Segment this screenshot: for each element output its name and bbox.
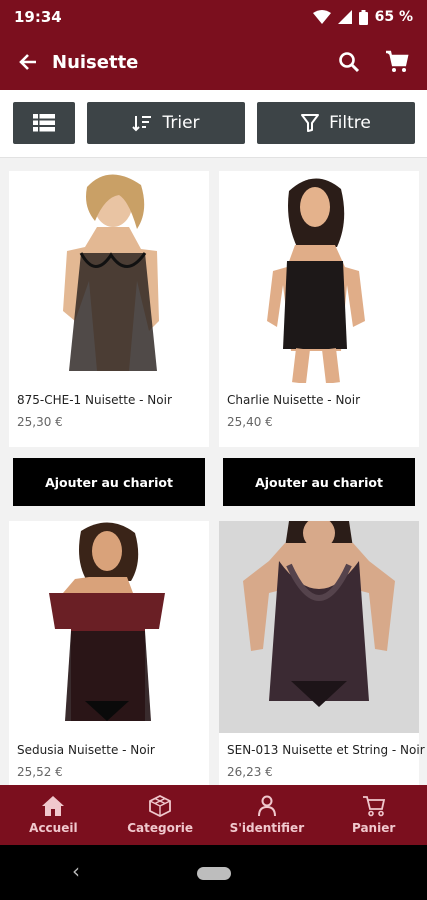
product-price: 26,23 € — [227, 765, 273, 779]
nav-cart-label: Panier — [351, 821, 396, 835]
cube-icon — [149, 795, 172, 817]
system-home-pill[interactable] — [197, 867, 231, 880]
product-name[interactable]: SEN-013 Nuisette et String - Noir — [227, 743, 425, 757]
system-back-icon[interactable]: ‹ — [72, 859, 80, 883]
product-grid: 875-CHE-1 Nuisette - Noir 25,30 € Ajoute… — [0, 158, 427, 785]
product-image[interactable] — [9, 521, 209, 733]
filter-button[interactable]: Filtre — [257, 102, 415, 144]
bottom-navigation: Accueil Categorie S'identifier Panier — [0, 785, 427, 845]
product-card[interactable]: SEN-013 Nuisette et String - Noir 26,23 … — [219, 521, 425, 785]
product-image[interactable] — [219, 171, 419, 383]
arrow-left-icon — [19, 54, 36, 70]
sort-label: Trier — [162, 113, 200, 133]
product-card[interactable]: Sedusia Nuisette - Noir 25,52 € — [9, 521, 209, 785]
page-title: Nuisette — [52, 51, 139, 73]
wifi-icon — [312, 10, 331, 24]
product-name[interactable]: 875-CHE-1 Nuisette - Noir — [17, 393, 172, 407]
nav-category-label: Categorie — [127, 821, 194, 835]
nav-login-label: S'identifier — [229, 821, 305, 835]
user-icon — [257, 795, 276, 817]
status-time: 19:34 — [14, 8, 62, 26]
home-icon — [42, 796, 65, 816]
product-price: 25,30 € — [17, 415, 63, 429]
app-bar: Nuisette — [0, 34, 427, 90]
nav-category[interactable]: Categorie — [107, 785, 214, 845]
cart-icon — [386, 50, 409, 72]
search-button[interactable] — [325, 34, 373, 90]
product-name[interactable]: Charlie Nuisette - Noir — [227, 393, 360, 407]
product-image[interactable] — [9, 171, 209, 383]
sort-button[interactable]: Trier — [87, 102, 245, 144]
system-navigation-bar: ‹ — [0, 845, 427, 900]
nav-home[interactable]: Accueil — [0, 785, 107, 845]
signal-icon — [337, 10, 352, 24]
nav-cart[interactable]: Panier — [320, 785, 427, 845]
filter-toolbar: Trier Filtre — [0, 90, 427, 158]
filter-label: Filtre — [329, 113, 371, 133]
status-bar: 19:34 65 % — [0, 0, 427, 34]
product-card[interactable]: Charlie Nuisette - Noir 25,40 € — [219, 171, 419, 447]
nav-login[interactable]: S'identifier — [214, 785, 321, 845]
grid-view-toggle[interactable] — [13, 102, 75, 144]
filter-icon — [301, 114, 320, 132]
nav-home-label: Accueil — [29, 821, 78, 835]
product-name[interactable]: Sedusia Nuisette - Noir — [17, 743, 155, 757]
product-price: 25,40 € — [227, 415, 273, 429]
product-image[interactable] — [219, 521, 419, 733]
battery-icon — [358, 9, 368, 25]
battery-percent: 65 % — [374, 9, 413, 25]
list-view-icon — [33, 114, 55, 132]
status-icons: 65 % — [312, 9, 413, 25]
add-to-cart-button[interactable]: Ajouter au chariot — [223, 458, 415, 506]
add-to-cart-button[interactable]: Ajouter au chariot — [13, 458, 205, 506]
search-icon — [339, 52, 360, 73]
cart-icon — [362, 796, 385, 817]
back-button[interactable] — [4, 34, 52, 90]
cart-button[interactable] — [373, 34, 421, 90]
product-card[interactable]: 875-CHE-1 Nuisette - Noir 25,30 € — [9, 171, 209, 447]
product-price: 25,52 € — [17, 765, 63, 779]
sort-icon — [132, 116, 152, 132]
